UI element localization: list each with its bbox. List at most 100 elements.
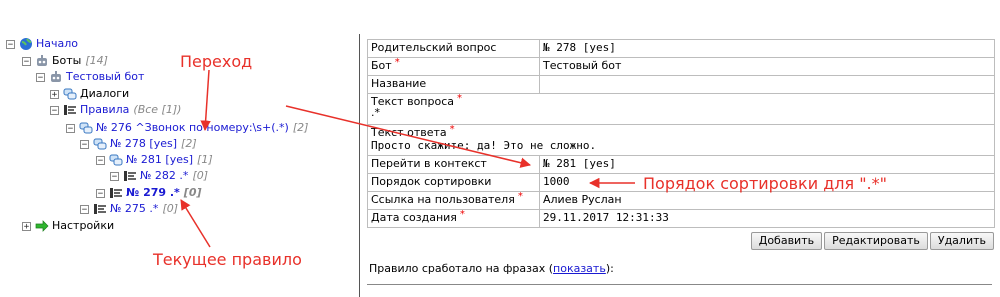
table-row: Название xyxy=(367,75,995,94)
field-value: Тестовый бот xyxy=(539,57,995,76)
bottom-divider xyxy=(367,284,992,285)
collapse-toggle[interactable]: − xyxy=(6,39,15,49)
collapse-toggle[interactable]: − xyxy=(80,204,89,214)
dialogs-icon xyxy=(93,138,107,150)
annotation-sort-order: Порядок сортировки для ".*" xyxy=(643,174,887,193)
tree-count: [1] xyxy=(197,153,213,166)
phrases-label: Правило сработало на фразах ( xyxy=(369,262,554,275)
table-row: Дата создания * 29.11.2017 12:31:33 xyxy=(367,209,995,228)
tree-node-settings[interactable]: + Настройки xyxy=(22,218,114,234)
tree-label: Диалоги xyxy=(80,87,130,100)
tree-count: [0] xyxy=(192,169,209,182)
edit-button[interactable]: Редактировать xyxy=(824,232,928,250)
field-label: Ссылка на пользователя * xyxy=(367,191,540,210)
table-row: Текст ответа * Просто скажите: да! Это не… xyxy=(367,124,995,156)
tree-node-rules[interactable]: − Правила (Все [1]) xyxy=(50,102,181,118)
tree-label: № 282 .* xyxy=(140,169,189,182)
expand-toggle[interactable]: + xyxy=(50,89,59,99)
field-value: 29.11.2017 12:31:33 xyxy=(539,209,995,228)
collapse-toggle[interactable]: − xyxy=(36,72,45,82)
field-label-text: Текст вопроса xyxy=(371,95,454,108)
collapse-toggle[interactable]: − xyxy=(66,123,75,133)
rule-details-table: Родительский вопрос № 278 [yes] Бот * Тес… xyxy=(367,39,995,228)
expand-toggle[interactable]: + xyxy=(22,221,31,231)
tree-label: Начало xyxy=(36,37,79,50)
tree-label: № 281 [yes] xyxy=(126,153,194,166)
field-label: Порядок сортировки xyxy=(367,173,540,192)
table-row: Бот * Тестовый бот xyxy=(367,57,995,76)
tree-label: № 279 .* xyxy=(126,186,180,199)
collapse-toggle[interactable]: − xyxy=(22,56,31,66)
panel-divider xyxy=(359,34,360,297)
field-label-text: Бот xyxy=(371,59,392,72)
robot-icon xyxy=(37,55,47,66)
field-label: Перейти в контекст xyxy=(367,155,540,174)
field-label: Бот * xyxy=(367,57,540,76)
rules-icon xyxy=(94,204,106,214)
required-marker: * xyxy=(449,124,455,135)
field-label: Название xyxy=(367,75,540,94)
tree-label: Тестовый бот xyxy=(66,70,145,83)
tree-node-rule-275[interactable]: − № 275 .* [0] xyxy=(80,201,178,217)
collapse-toggle[interactable]: − xyxy=(96,155,105,165)
tree-node-dialogs[interactable]: + Диалоги xyxy=(50,86,129,102)
annotation-transition: Переход xyxy=(180,52,253,71)
tree-label: Боты xyxy=(52,54,82,67)
tree-label: Настройки xyxy=(52,219,115,232)
required-marker: * xyxy=(394,57,400,68)
matched-phrases-line: Правило сработало на фразах (показать): xyxy=(369,262,614,275)
tree-node-root[interactable]: − Начало xyxy=(6,36,78,52)
tree-node-rule-278[interactable]: − № 278 [yes] [2] xyxy=(80,136,197,152)
tree-node-rule-281[interactable]: − № 281 [yes] [1] xyxy=(96,152,213,168)
collapse-toggle[interactable]: − xyxy=(110,171,119,181)
tree-node-rule-276[interactable]: − № 276 ^Звонок по номеру:\s+(.*) [2] xyxy=(66,120,308,136)
phrases-suffix: ): xyxy=(605,262,614,275)
tree-label: № 278 [yes] xyxy=(110,137,178,150)
dialogs-icon xyxy=(109,154,123,166)
table-row: Перейти в контекст № 281 [yes] xyxy=(367,155,995,174)
tree-count: [2] xyxy=(292,121,309,134)
field-block: Текст вопроса * .* xyxy=(367,93,995,125)
field-value: .* xyxy=(371,106,380,119)
collapse-toggle[interactable]: − xyxy=(80,139,89,149)
collapse-toggle[interactable]: − xyxy=(96,188,105,198)
annotation-current-rule: Текущее правило xyxy=(153,250,302,269)
tree-node-rule-279-current[interactable]: − № 279 .* [0] xyxy=(96,185,202,201)
tree-label: Правила xyxy=(80,103,130,116)
field-value: № 281 [yes] xyxy=(539,155,995,174)
tree-count: [0] xyxy=(162,202,179,215)
dialogs-icon xyxy=(79,122,93,134)
required-marker: * xyxy=(457,93,462,104)
tree-count: [0] xyxy=(183,186,202,199)
field-block: Текст ответа * Просто скажите: да! Это не… xyxy=(367,124,995,156)
action-buttons: Добавить Редактировать Удалить xyxy=(750,232,994,250)
rules-icon xyxy=(124,171,136,181)
field-label: Родительский вопрос xyxy=(367,39,540,58)
field-label-text: Ссылка на пользователя xyxy=(371,193,515,206)
required-marker: * xyxy=(517,191,523,202)
table-row: Родительский вопрос № 278 [yes] xyxy=(367,39,995,58)
field-label: Дата создания * xyxy=(367,209,540,228)
tree-node-bots[interactable]: − Боты [14] xyxy=(22,53,108,69)
tree-count: [14] xyxy=(85,54,108,67)
table-row: Ссылка на пользователя * Алиев Руслан xyxy=(367,191,995,210)
dialogs-icon xyxy=(63,88,77,100)
required-marker: * xyxy=(459,209,465,220)
show-phrases-link[interactable]: показать xyxy=(553,262,606,275)
field-value: № 278 [yes] xyxy=(539,39,995,58)
robot-icon xyxy=(51,71,61,82)
field-value xyxy=(539,75,995,94)
collapse-toggle[interactable]: − xyxy=(50,105,59,115)
tree-label: № 275 .* xyxy=(110,202,159,215)
add-button[interactable]: Добавить xyxy=(750,232,823,250)
globe-icon xyxy=(20,38,32,50)
field-value: Алиев Руслан xyxy=(539,191,995,210)
table-row: Текст вопроса * .* xyxy=(367,93,995,125)
tree-node-test-bot[interactable]: − Тестовый бот xyxy=(36,69,144,85)
delete-button[interactable]: Удалить xyxy=(929,232,994,250)
field-value: Просто скажите: да! Это не сложно. xyxy=(371,139,597,152)
tree-node-rule-282[interactable]: − № 282 .* [0] xyxy=(110,168,208,184)
tree-count: (Все [1]) xyxy=(133,103,182,116)
arrow-right-icon xyxy=(35,220,49,232)
rules-icon xyxy=(110,188,122,198)
